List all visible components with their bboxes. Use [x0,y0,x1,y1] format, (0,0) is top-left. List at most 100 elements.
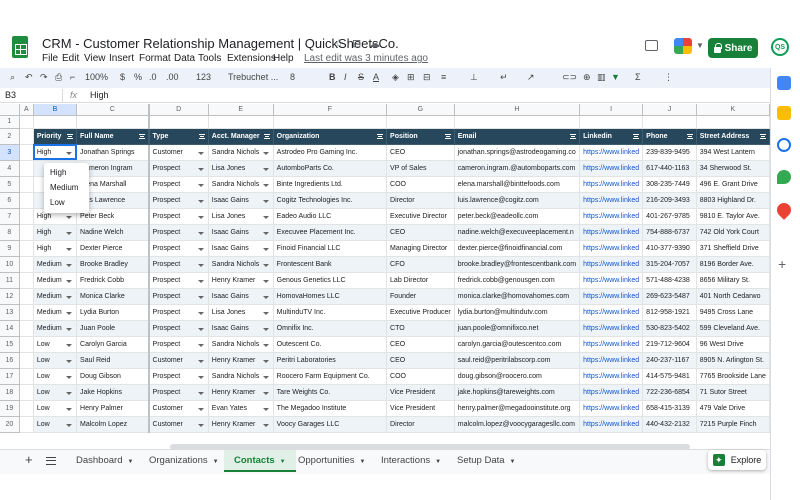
table-cell[interactable]: 440-432-2132 [642,416,697,433]
table-cell[interactable]: Prospect [148,240,209,257]
cell[interactable] [19,256,34,273]
table-cell[interactable]: Eadeo Audio LLC [273,208,388,225]
paint-format-icon[interactable]: ⌐ [70,72,75,82]
table-cell[interactable]: Voocy Garages LLC [273,416,388,433]
table-cell[interactable]: https://www.linked [579,160,644,177]
star-icon[interactable]: ☆ [334,37,344,50]
table-cell[interactable]: Binte Ingredients Ltd. [273,176,388,193]
filter-icon[interactable]: ▼ [611,72,620,82]
table-cell[interactable]: Prospect [148,160,209,177]
table-cell[interactable]: Lisa Jones [208,304,274,321]
table-cell[interactable]: Medium [33,272,78,289]
column-header-cell[interactable]: Acct. Manager [208,128,274,145]
table-cell[interactable]: 8803 Highland Dr. [696,192,770,209]
table-cell[interactable]: cameron.ingram.@automboparts.com [454,160,581,177]
more-icon[interactable]: ⋮ [664,72,673,83]
table-cell[interactable]: 599 Cleveland Ave. [696,320,770,337]
dropdown-option-medium[interactable]: Medium [44,180,89,195]
chart-icon[interactable]: ▥ [597,72,606,83]
table-cell[interactable]: Sandra Nichols [208,256,274,273]
table-cell[interactable]: Sandra Nichols [208,368,274,385]
table-cell[interactable]: Carolyn Garcia [76,336,150,353]
table-cell[interactable]: Henry Kramer [208,352,274,369]
print-icon[interactable]: ⎙ [55,72,62,83]
table-cell[interactable]: Customer [148,400,209,417]
table-cell[interactable]: Lydia Burton [76,304,150,321]
menu-view[interactable]: View [84,53,106,64]
table-cell[interactable]: Fredrick Cobb [76,272,150,289]
last-edit-link[interactable]: Last edit was 3 minutes ago [304,53,428,64]
table-cell[interactable]: 479 Vale Drive [696,400,770,417]
contacts-icon[interactable] [777,170,791,184]
table-cell[interactable]: Roocero Farm Equipment Co. [273,368,388,385]
table-cell[interactable]: 308-235-7449 [642,176,697,193]
table-cell[interactable]: 71 Sutor Street [696,384,770,401]
table-cell[interactable]: Low [33,384,78,401]
table-cell[interactable]: 496 E. Grant Drive [696,176,770,193]
table-cell[interactable]: 571-488-4238 [642,272,697,289]
tab-contacts[interactable]: Contacts ▼ [224,450,296,472]
row-number[interactable]: 20 [0,416,20,433]
wrap-icon[interactable]: ↵ [500,72,508,83]
table-cell[interactable]: MultinduTV Inc. [273,304,388,321]
table-cell[interactable]: https://www.linked [579,304,644,321]
table-cell[interactable]: Sandra Nichols [208,176,274,193]
cell[interactable] [19,115,34,129]
cell[interactable] [19,144,34,161]
table-cell[interactable]: carolyn.garcia@outescentco.com [454,336,581,353]
tab-setup-data[interactable]: Setup Data ▼ [453,450,520,472]
cell[interactable] [579,115,644,129]
table-cell[interactable]: https://www.linked [579,224,644,241]
bold-button[interactable]: B [329,72,336,82]
column-header-cell[interactable]: Priority [33,128,78,145]
cell[interactable] [19,400,34,417]
filter-icon[interactable] [760,133,766,139]
table-cell[interactable]: Evan Yates [208,400,274,417]
column-header-cell[interactable]: Email [454,128,581,145]
table-cell[interactable]: COO [386,176,455,193]
tab-dashboard[interactable]: Dashboard ▼ [72,450,137,472]
menu-format[interactable]: Format [139,53,171,64]
table-cell[interactable]: High [33,240,78,257]
font-select[interactable]: Trebuchet ... [228,72,278,82]
table-cell[interactable]: Henry Kramer [208,384,274,401]
table-cell[interactable]: Jake Hopkins [76,384,150,401]
table-cell[interactable]: 8196 Border Ave. [696,256,770,273]
table-cell[interactable]: 530-823-5402 [642,320,697,337]
table-cell[interactable]: monica.clarke@homovahomes.com [454,288,581,305]
table-cell[interactable]: Brooke Bradley [76,256,150,273]
table-cell[interactable]: Prospect [148,336,209,353]
column-header-cell[interactable]: Type [148,128,209,145]
table-cell[interactable]: Prospect [148,256,209,273]
cell[interactable] [454,115,581,129]
table-cell[interactable]: juan.poole@omnifixco.net [454,320,581,337]
table-cell[interactable]: Prospect [148,192,209,209]
undo-icon[interactable]: ↶ [25,72,33,83]
table-cell[interactable]: CEO [386,352,455,369]
table-cell[interactable]: https://www.linked [579,192,644,209]
menu-data[interactable]: Data [174,53,195,64]
table-cell[interactable]: 9495 Cross Lane [696,304,770,321]
filter-icon[interactable] [633,133,640,139]
column-header-a[interactable]: A [19,104,34,116]
table-cell[interactable]: https://www.linked [579,176,644,193]
sum-icon[interactable]: Σ [635,72,641,82]
comment-icon[interactable] [645,40,658,51]
table-cell[interactable]: doug.gibson@roocero.com [454,368,581,385]
table-cell[interactable]: Low [33,368,78,385]
filter-icon[interactable] [686,133,693,139]
table-cell[interactable]: Founder [386,288,455,305]
column-header-cell[interactable]: Street Address [696,128,770,145]
menu-edit[interactable]: Edit [62,53,79,64]
increase-decimal-button[interactable]: .00 [166,72,179,82]
table-cell[interactable]: https://www.linked [579,320,644,337]
table-cell[interactable]: elena.marshall@binttefoods.com [454,176,581,193]
cell[interactable] [19,160,34,177]
table-cell[interactable]: VP of Sales [386,160,455,177]
table-cell[interactable]: Vice President [386,400,455,417]
column-header-b[interactable]: B [33,104,78,116]
table-cell[interactable]: Astrodeo Pro Gaming Inc. [273,144,388,161]
table-cell[interactable]: https://www.linked [579,336,644,353]
table-cell[interactable]: The Megadoo Institute [273,400,388,417]
table-cell[interactable]: Prospect [148,384,209,401]
